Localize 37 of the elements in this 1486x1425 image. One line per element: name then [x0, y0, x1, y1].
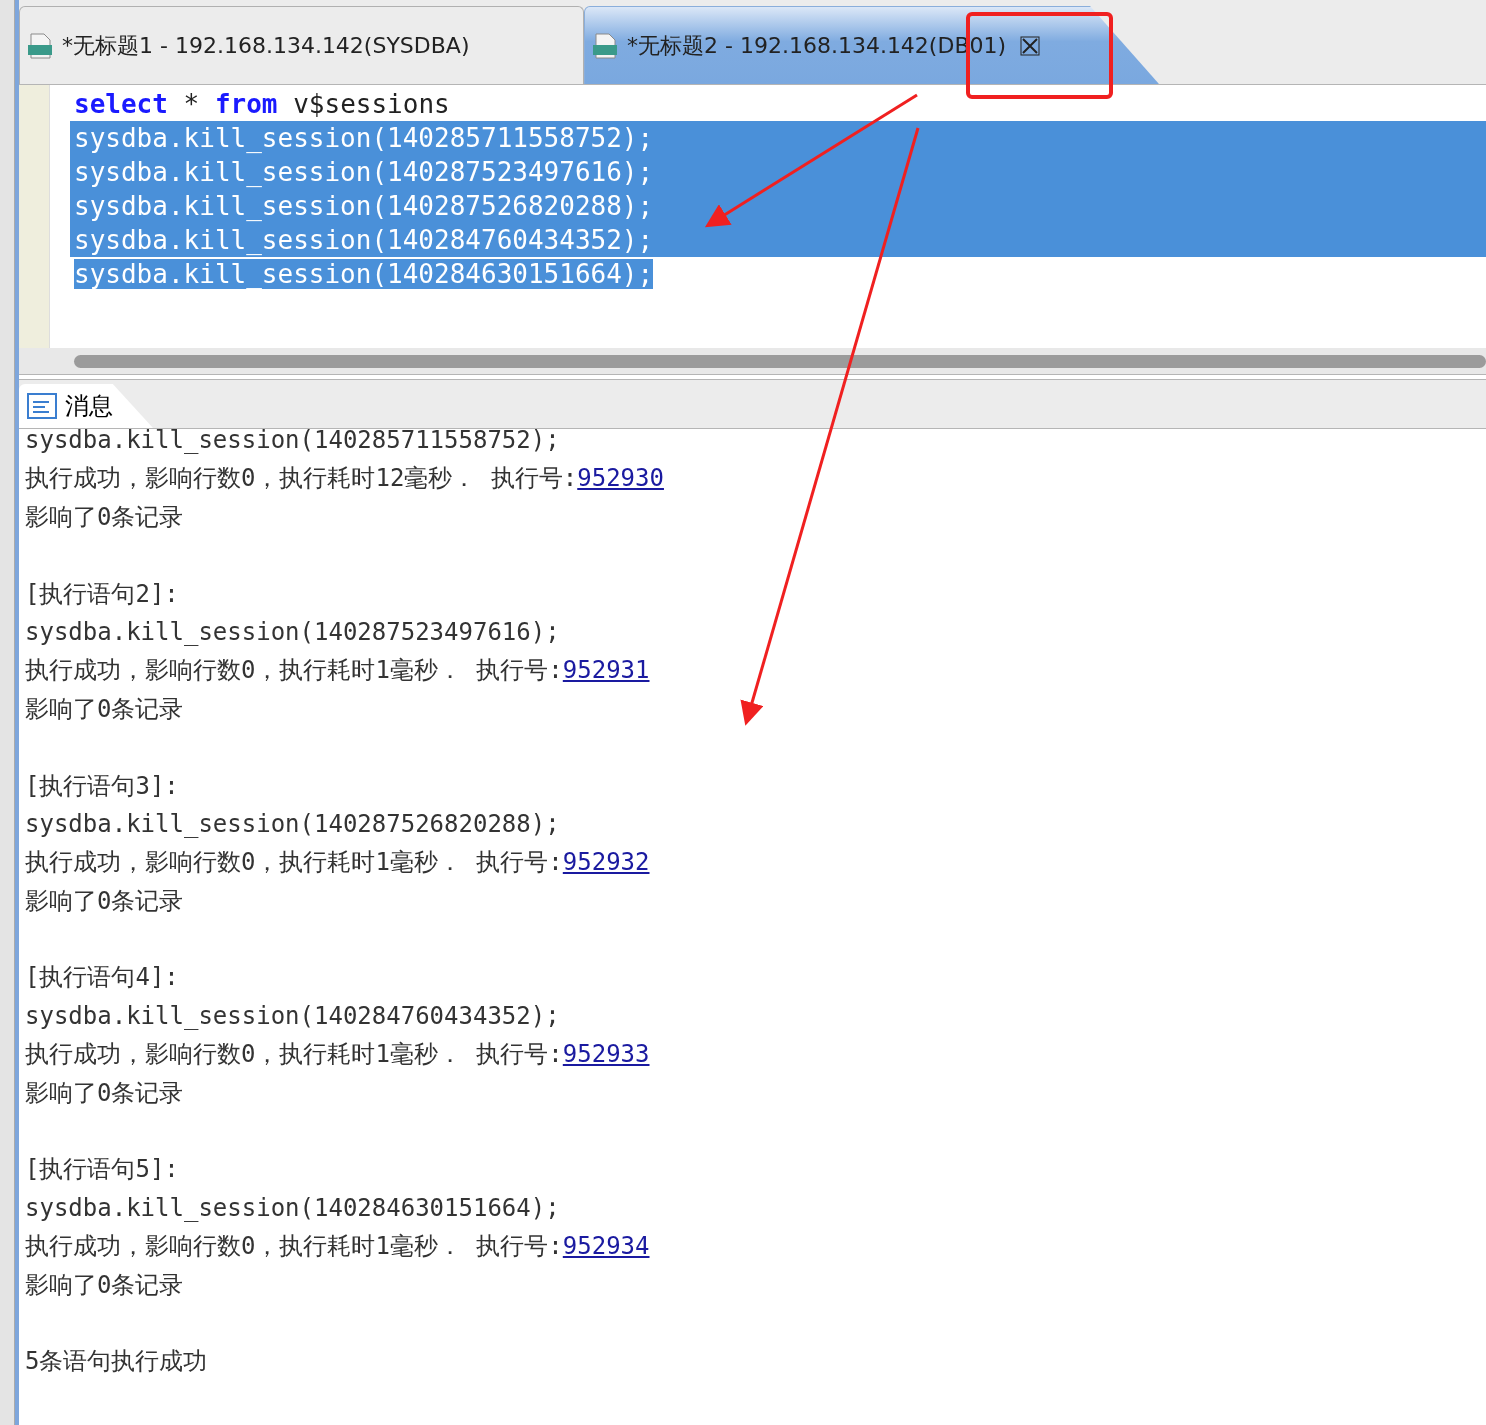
affected-rows-text: 影响了0条记录	[25, 1269, 184, 1301]
execution-number-link[interactable]: 952934	[562, 1232, 650, 1261]
execution-number-link[interactable]: 952931	[562, 656, 650, 685]
result-message: 执行成功，影响行数0，执行耗时1毫秒． 执行号:952932	[25, 847, 650, 879]
statement-label: [执行语句4]:	[25, 962, 179, 994]
result-message: 执行成功，影响行数0，执行耗时1毫秒． 执行号:952933	[25, 1039, 650, 1071]
affected-rows-text: 影响了0条记录	[25, 1077, 184, 1109]
messages-tab[interactable]: 消息	[19, 384, 153, 428]
sql-file-icon	[591, 31, 619, 60]
statement-label: [执行语句2]:	[25, 578, 179, 610]
statement-text: sysdba.kill_session(140284630151664);	[25, 1192, 560, 1224]
summary-text: 5条语句执行成功	[25, 1346, 208, 1378]
code-line: sysdba.kill_session(140285711558752);	[74, 123, 654, 153]
affected-rows-text: 影响了0条记录	[25, 885, 184, 917]
statement-text: sysdba.kill_session(140284760434352);	[25, 1000, 560, 1032]
statement-label: [执行语句3]:	[25, 770, 179, 802]
code-line: sysdba.kill_session(140284760434352);	[74, 225, 654, 255]
message-icon	[27, 393, 57, 419]
result-message: 执行成功，影响行数0，执行耗时1毫秒． 执行号:952931	[25, 655, 650, 687]
execution-number-link[interactable]: 952932	[562, 848, 650, 877]
statement-text: sysdba.kill_session(140285711558752);	[25, 425, 560, 456]
affected-rows-text: 影响了0条记录	[25, 501, 184, 533]
execution-number-link[interactable]: 952930	[577, 464, 664, 493]
statement-text: sysdba.kill_session(140287526820288);	[25, 808, 560, 840]
code-line: sysdba.kill_session(140287526820288);	[74, 191, 654, 221]
affected-rows-text: 影响了0条记录	[25, 693, 184, 725]
close-icon[interactable]	[1020, 35, 1041, 56]
statement-label: [执行语句5]:	[25, 1154, 179, 1186]
sql-file-icon	[26, 31, 54, 60]
editor-tab[interactable]: *无标题1 - 192.168.134.142(SYSDBA)	[19, 6, 584, 84]
horizontal-scrollbar[interactable]	[74, 354, 1486, 368]
statement-text: sysdba.kill_session(140287523497616);	[25, 616, 560, 648]
execution-number-link[interactable]: 952933	[562, 1040, 650, 1069]
code-line: select * from v$sessions	[74, 89, 450, 119]
result-message: 执行成功，影响行数0，执行耗时1毫秒． 执行号:952934	[25, 1231, 650, 1263]
code-line: sysdba.kill_session(140287523497616);	[74, 157, 654, 187]
result-message: 执行成功，影响行数0，执行耗时12毫秒． 执行号:952930	[25, 463, 664, 495]
